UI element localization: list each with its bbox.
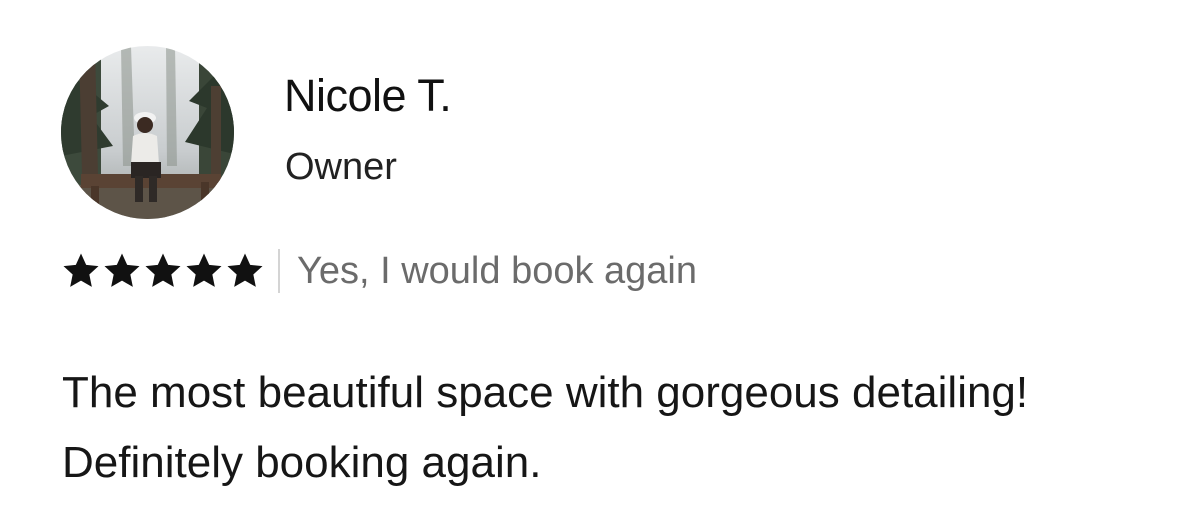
- star-icon: [61, 251, 101, 291]
- reviewer-avatar: [61, 46, 234, 219]
- rating-row: Yes, I would book again: [61, 247, 697, 295]
- star-icon: [184, 251, 224, 291]
- reviewer-role: Owner: [285, 146, 397, 188]
- recommendation-text: Yes, I would book again: [297, 249, 698, 292]
- star-icon: [225, 251, 265, 291]
- review-card: Nicole T. Owner Yes, I would book again …: [0, 0, 1179, 513]
- star-icon: [102, 251, 142, 291]
- review-text: The most beautiful space with gorgeous d…: [62, 368, 1029, 487]
- rating-divider: [278, 249, 280, 293]
- avatar-photo: [61, 46, 234, 219]
- star-rating: [61, 251, 265, 291]
- reviewer-name: Nicole T.: [284, 70, 452, 121]
- star-icon: [143, 251, 183, 291]
